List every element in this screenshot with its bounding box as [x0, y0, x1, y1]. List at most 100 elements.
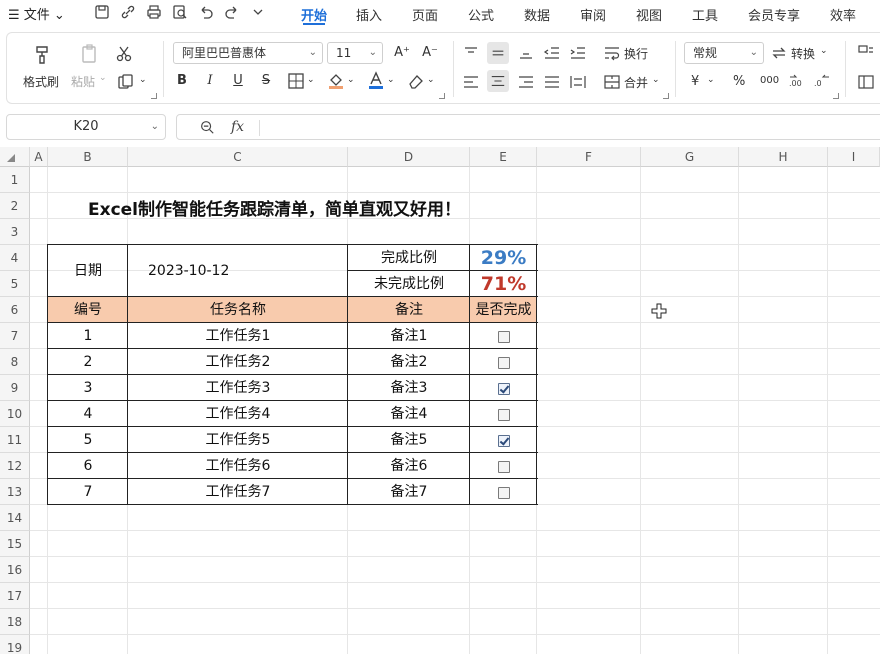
tab-home[interactable]: 开始: [301, 5, 327, 24]
increase-decimal-icon[interactable]: .00: [788, 73, 806, 91]
name-box[interactable]: K20 ⌄: [6, 114, 166, 140]
column-header-b[interactable]: B: [48, 147, 128, 167]
row-header-12[interactable]: 12: [0, 453, 30, 479]
task-done-checkbox[interactable]: [498, 357, 510, 369]
row-header-13[interactable]: 13: [0, 479, 30, 505]
tab-review[interactable]: 审阅: [580, 5, 606, 24]
task-note-cell[interactable]: 备注3: [348, 375, 470, 401]
task-id-cell[interactable]: 1: [48, 323, 128, 349]
header-note-cell[interactable]: 备注: [348, 297, 470, 323]
column-header-e[interactable]: E: [470, 147, 537, 167]
row-header-14[interactable]: 14: [0, 505, 30, 531]
tab-member[interactable]: 会员专享: [748, 5, 800, 24]
task-done-checkbox[interactable]: [498, 409, 510, 421]
chevron-down-icon[interactable]: ⌄: [99, 73, 107, 83]
row-header-6[interactable]: 6: [0, 297, 30, 323]
chevron-down-icon[interactable]: ⌄: [139, 75, 147, 85]
fill-color-icon[interactable]: [327, 71, 345, 89]
column-header-i[interactable]: I: [828, 147, 880, 167]
column-header-f[interactable]: F: [537, 147, 641, 167]
row-header-8[interactable]: 8: [0, 349, 30, 375]
done-ratio-label-cell[interactable]: 完成比例: [348, 245, 470, 271]
merge-icon[interactable]: [603, 73, 621, 91]
task-id-cell[interactable]: 6: [48, 453, 128, 479]
row-header-5[interactable]: 5: [0, 271, 30, 297]
undone-ratio-label-cell[interactable]: 未完成比例: [348, 271, 470, 297]
italic-button[interactable]: I: [199, 70, 221, 92]
number-group-launcher[interactable]: [833, 93, 839, 99]
chevron-down-icon[interactable]: [250, 4, 266, 20]
wrap-text-icon[interactable]: [603, 44, 621, 62]
task-note-cell[interactable]: 备注1: [348, 323, 470, 349]
column-header-g[interactable]: G: [641, 147, 739, 167]
table-style-icon[interactable]: [857, 73, 875, 91]
paste-icon[interactable]: [79, 43, 101, 65]
increase-indent-icon[interactable]: [569, 44, 587, 62]
bold-button[interactable]: B: [171, 70, 193, 92]
alignment-group-launcher[interactable]: [663, 93, 669, 99]
task-name-cell[interactable]: 工作任务6: [128, 453, 348, 479]
task-name-cell[interactable]: 工作任务3: [128, 375, 348, 401]
undone-ratio-value-cell[interactable]: 71%: [470, 271, 537, 297]
tab-efficiency[interactable]: 效率: [830, 5, 856, 24]
align-left-icon[interactable]: [462, 73, 480, 91]
sheet-title[interactable]: Excel制作智能任务跟踪清单，简单直观又好用！: [88, 195, 461, 220]
date-label-cell[interactable]: 日期: [48, 245, 128, 297]
column-header-d[interactable]: D: [348, 147, 470, 167]
print-icon[interactable]: [146, 4, 162, 20]
convert-label[interactable]: 转换: [791, 45, 815, 62]
task-done-checkbox[interactable]: [498, 435, 510, 447]
date-value-cell[interactable]: 2023-10-12: [128, 245, 348, 297]
tab-formula[interactable]: 公式: [468, 5, 494, 24]
task-note-cell[interactable]: 备注4: [348, 401, 470, 427]
link-icon[interactable]: [120, 4, 136, 20]
task-note-cell[interactable]: 备注7: [348, 479, 470, 505]
task-done-checkbox[interactable]: [498, 461, 510, 473]
row-header-1[interactable]: 1: [0, 167, 30, 193]
align-top-icon[interactable]: [462, 44, 480, 62]
convert-icon[interactable]: [770, 44, 788, 62]
file-menu[interactable]: ☰ 文件 ⌄: [8, 4, 65, 23]
row-header-3[interactable]: 3: [0, 219, 30, 245]
chevron-down-icon[interactable]: ⌄: [427, 75, 435, 85]
row-header-16[interactable]: 16: [0, 557, 30, 583]
scissors-icon[interactable]: [115, 45, 133, 63]
copy-icon[interactable]: [117, 73, 135, 91]
decrease-decimal-icon[interactable]: .0: [813, 73, 831, 91]
task-name-cell[interactable]: 工作任务5: [128, 427, 348, 453]
underline-button[interactable]: U: [227, 70, 249, 92]
task-id-cell[interactable]: 2: [48, 349, 128, 375]
font-size-select[interactable]: 11 ⌄: [327, 42, 383, 64]
task-name-cell[interactable]: 工作任务4: [128, 401, 348, 427]
thousands-button[interactable]: 000: [760, 75, 779, 86]
font-group-launcher[interactable]: [439, 93, 445, 99]
decrease-font-button[interactable]: A⁻: [419, 42, 441, 64]
tab-data[interactable]: 数据: [524, 5, 550, 24]
number-format-select[interactable]: 常规 ⌄: [684, 42, 764, 64]
decrease-indent-icon[interactable]: [543, 44, 561, 62]
chevron-down-icon[interactable]: ⌄: [307, 75, 315, 85]
clipboard-group-launcher[interactable]: [151, 93, 157, 99]
format-painter-label[interactable]: 格式刷: [23, 73, 59, 90]
tab-view[interactable]: 视图: [636, 5, 662, 24]
tab-page[interactable]: 页面: [412, 5, 438, 24]
justify-icon[interactable]: [543, 73, 561, 91]
conditional-format-icon[interactable]: [857, 44, 875, 62]
strikethrough-button[interactable]: S: [255, 70, 277, 92]
chevron-down-icon[interactable]: ⌄: [652, 75, 660, 85]
font-color-icon[interactable]: [367, 71, 385, 89]
column-header-h[interactable]: H: [739, 147, 828, 167]
task-name-cell[interactable]: 工作任务1: [128, 323, 348, 349]
task-done-checkbox[interactable]: [498, 487, 510, 499]
task-note-cell[interactable]: 备注6: [348, 453, 470, 479]
task-id-cell[interactable]: 5: [48, 427, 128, 453]
row-header-15[interactable]: 15: [0, 531, 30, 557]
task-id-cell[interactable]: 3: [48, 375, 128, 401]
distributed-icon[interactable]: [569, 73, 587, 91]
border-icon[interactable]: [287, 72, 305, 90]
formula-input[interactable]: fx: [176, 114, 880, 140]
column-header-c[interactable]: C: [128, 147, 348, 167]
row-header-18[interactable]: 18: [0, 609, 30, 635]
sheet-grid[interactable]: ABCDEFGHI 1 2 3 4 5 6 7 8 9 10 11 12 13 14 15 16 17 18 19 …: [0, 147, 880, 654]
align-center-button[interactable]: [487, 70, 509, 92]
